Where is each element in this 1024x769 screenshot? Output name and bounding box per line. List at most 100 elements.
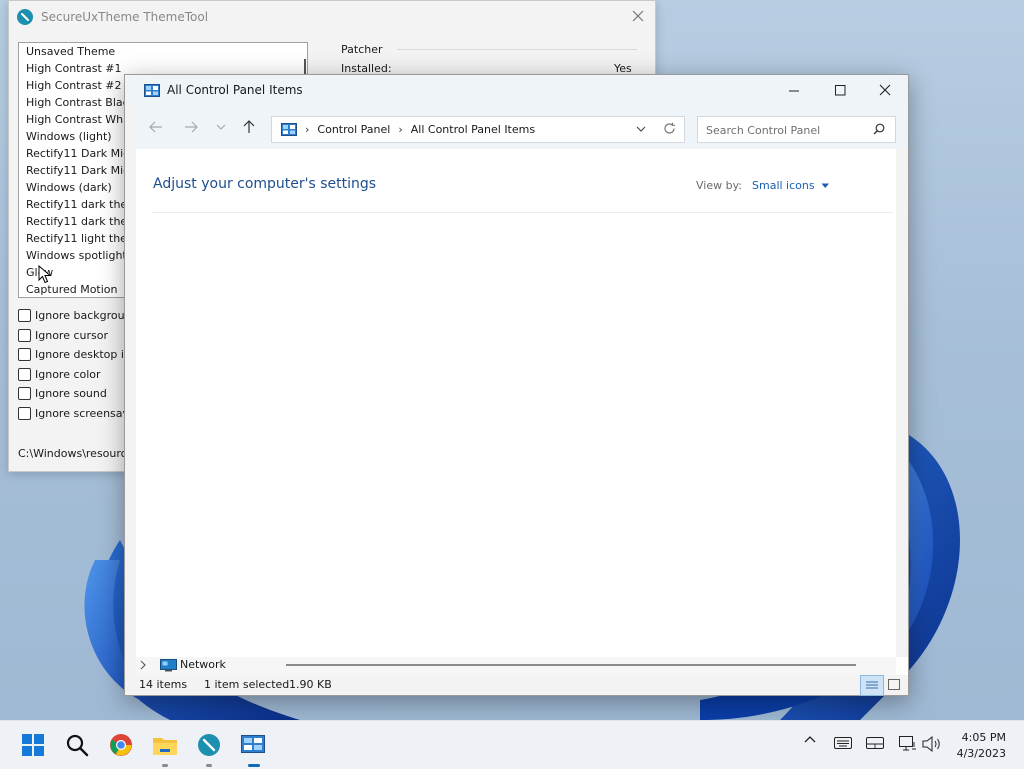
breadcrumb-all-items[interactable]: All Control Panel Items (411, 123, 535, 136)
close-icon (879, 84, 891, 96)
control-panel-window: All Control Panel Items › Control Panel … (124, 74, 909, 696)
selection-count: 1 item selected (204, 678, 290, 691)
arrow-right-icon (185, 121, 198, 133)
up-button[interactable] (239, 117, 259, 137)
checkbox-label: Ignore sound (35, 387, 107, 401)
start-button[interactable] (19, 731, 47, 759)
search-input[interactable] (704, 121, 868, 139)
address-bar[interactable]: › Control Panel › All Control Panel Item… (271, 116, 685, 143)
themetool-app-icon (17, 9, 33, 25)
nav-item-network[interactable]: Network (180, 658, 226, 671)
theme-list-item[interactable]: Unsaved Theme (19, 43, 307, 60)
page-heading: Adjust your computer's settings (153, 176, 377, 192)
back-button[interactable] (146, 117, 166, 137)
caret-down-icon (821, 183, 829, 188)
status-bar: 14 items 1 item selected 1.90 KB (125, 675, 908, 696)
large-icons-view-button[interactable] (888, 679, 900, 690)
control-panel-icon (281, 123, 297, 136)
mouse-cursor-icon (38, 265, 52, 284)
themetool-close-button[interactable] (627, 6, 649, 26)
running-indicator (206, 764, 212, 767)
chevron-down-icon (216, 124, 226, 130)
start-icon (22, 734, 44, 756)
refresh-button[interactable] (663, 122, 676, 138)
themetool-title: SecureUxTheme ThemeTool (41, 10, 209, 24)
taskbar-search-button[interactable] (63, 731, 91, 759)
taskbar: 4:05 PM 4/3/2023 (0, 720, 1024, 769)
volume-tray-button[interactable] (922, 736, 942, 752)
view-by-label: View by: (696, 179, 742, 192)
checkbox-label: Ignore cursor (35, 328, 108, 342)
clock-time: 4:05 PM (961, 731, 1006, 744)
details-view-icon (866, 681, 878, 689)
taskbar-control-panel[interactable] (239, 731, 267, 759)
chevron-up-icon (804, 736, 816, 743)
view-by-value: Small icons (752, 179, 815, 192)
network-tray-button[interactable] (899, 736, 917, 752)
maximize-button[interactable] (817, 75, 863, 105)
checkbox-box[interactable] (18, 387, 31, 401)
chevron-down-icon (636, 126, 646, 132)
clock-date: 4/3/2023 (956, 747, 1006, 760)
close-button[interactable] (862, 75, 908, 105)
taskbar-clock[interactable]: 4:05 PM 4/3/2023 (957, 730, 1006, 762)
forward-button[interactable] (181, 117, 201, 137)
horizontal-scrollbar[interactable] (286, 664, 856, 666)
maximize-icon (834, 84, 845, 95)
window-frame-right (896, 149, 908, 657)
breadcrumb-control-panel[interactable]: Control Panel (317, 123, 390, 136)
taskbar-themetool[interactable] (195, 731, 223, 759)
touchpad-icon (866, 737, 884, 749)
control-panel-icon (241, 735, 265, 753)
minimize-icon (788, 90, 799, 91)
item-count: 14 items (139, 678, 188, 691)
navigation-pane: Network (136, 657, 896, 675)
checkbox-label: Ignore color (35, 367, 101, 381)
themetool-titlebar: SecureUxTheme ThemeTool (9, 1, 655, 33)
window-frame-left (125, 105, 136, 675)
chevron-right-icon[interactable] (139, 660, 147, 670)
details-view-button[interactable] (860, 675, 884, 696)
patcher-divider (397, 49, 637, 50)
checkbox-box[interactable] (18, 309, 31, 323)
taskbar-chrome[interactable] (107, 731, 135, 759)
refresh-icon (664, 122, 675, 134)
checkbox-label: Ignore background (35, 309, 139, 323)
navigation-bar: › Control Panel › All Control Panel Item… (125, 105, 908, 149)
view-by-dropdown[interactable]: Small icons (752, 179, 830, 192)
search-icon (66, 734, 89, 757)
show-hidden-icons-button[interactable] (804, 735, 816, 743)
checkbox-box[interactable] (18, 348, 31, 362)
checkbox-box[interactable] (18, 328, 31, 342)
chrome-icon (110, 734, 132, 756)
checkbox-box[interactable] (18, 367, 31, 381)
arrow-left-icon (149, 121, 162, 133)
breadcrumb-separator-icon: › (398, 123, 403, 136)
running-indicator (162, 764, 168, 767)
minimize-button[interactable] (771, 75, 817, 105)
close-icon (632, 10, 644, 22)
active-indicator (248, 764, 260, 767)
keyboard-tray-button[interactable] (834, 737, 852, 749)
speaker-icon (922, 736, 940, 752)
keyboard-icon (834, 737, 852, 749)
search-box[interactable] (697, 116, 896, 143)
content-pane: Adjust your computer's settings View by:… (136, 149, 896, 657)
taskbar-file-explorer[interactable] (151, 731, 179, 759)
themetool-icon (198, 734, 220, 756)
arrow-up-icon (243, 120, 255, 133)
checkbox-box[interactable] (18, 406, 31, 420)
breadcrumb-separator-icon: › (305, 123, 310, 136)
selection-size: 1.90 KB (289, 678, 332, 691)
window-title: All Control Panel Items (167, 83, 303, 97)
recent-locations-button[interactable] (211, 117, 231, 137)
tablet-tray-button[interactable] (866, 737, 884, 749)
file-explorer-icon (153, 738, 177, 755)
search-icon (873, 123, 885, 135)
patcher-group-label: Patcher (341, 43, 383, 56)
address-history-button[interactable] (636, 123, 646, 136)
heading-divider (152, 212, 893, 213)
network-status-icon (899, 736, 916, 751)
control-panel-icon (144, 83, 160, 97)
network-icon (160, 659, 177, 672)
